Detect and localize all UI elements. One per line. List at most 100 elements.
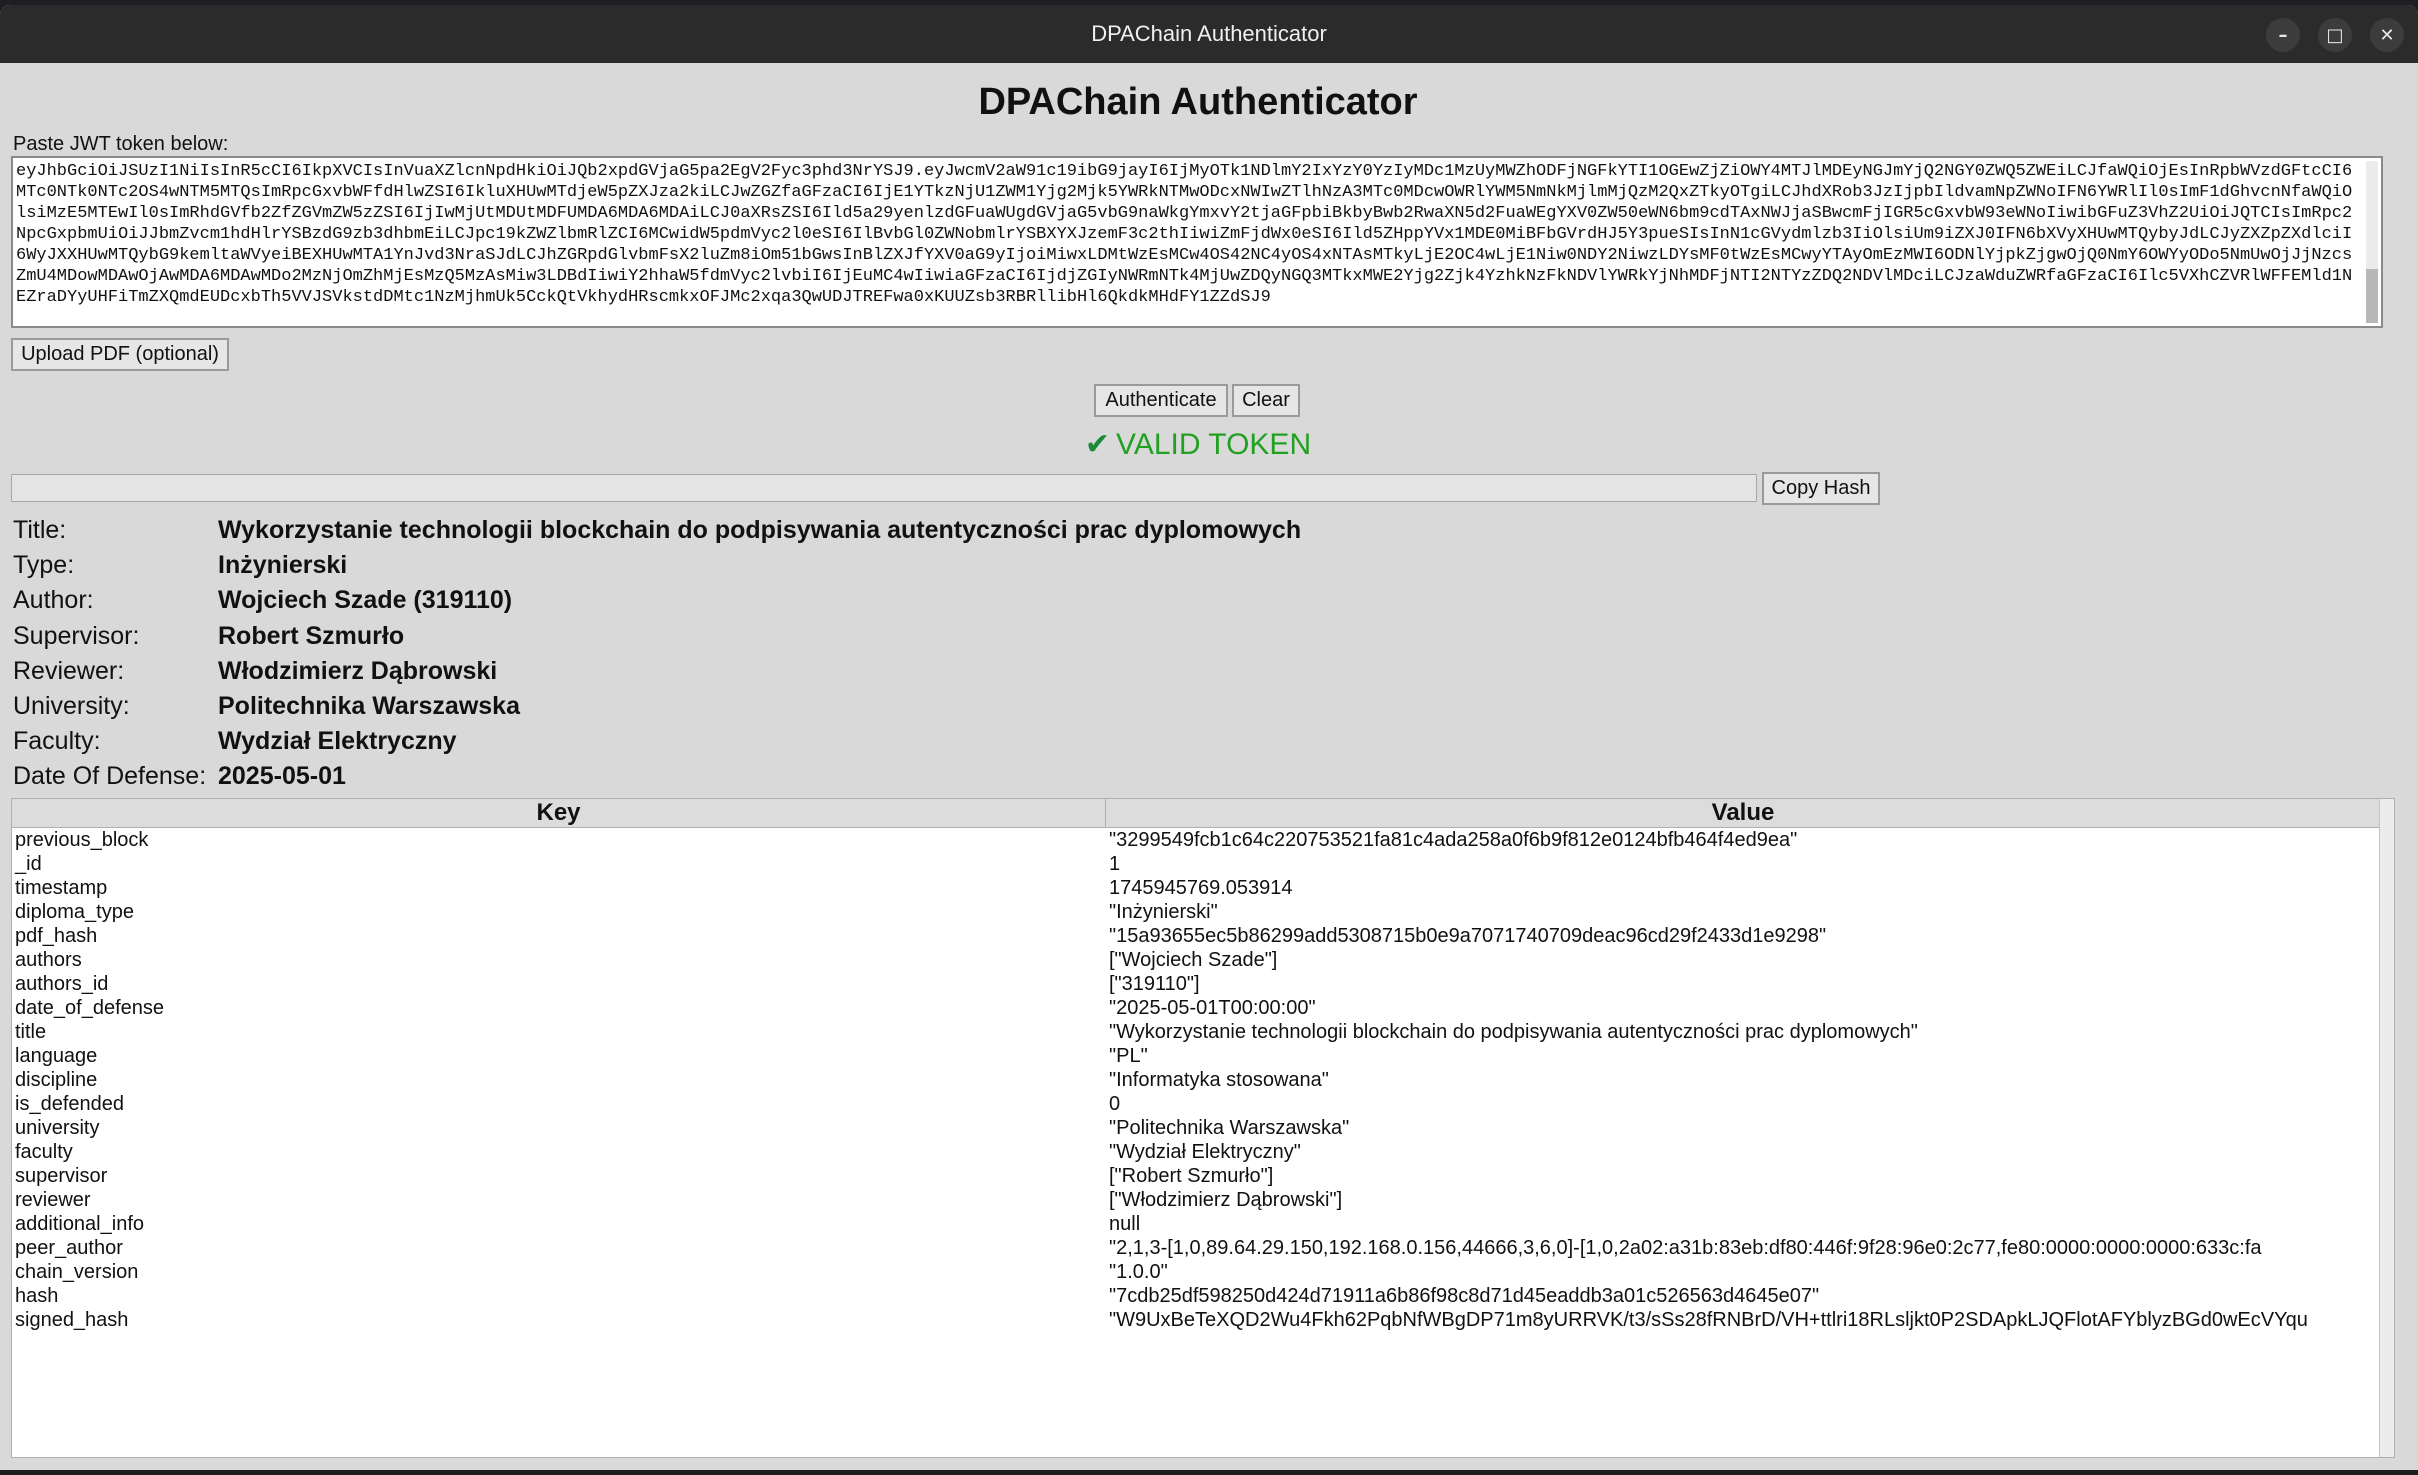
main-content: DPAChain Authenticator Paste JWT token b… — [0, 63, 2418, 1470]
cell-key: hash — [15, 1284, 59, 1307]
cell-key: date_of_defense — [15, 996, 165, 1019]
cell-value: ["Robert Szmurło"] — [1109, 1164, 1274, 1187]
authenticate-button[interactable]: Authenticate — [1094, 384, 1228, 417]
cell-key: _id — [15, 852, 42, 875]
jwt-token-input[interactable]: eyJhbGciOiJSUzI1NiIsInR5cCI6IkpXVCIsInVu… — [11, 156, 2383, 328]
cell-value: null — [1109, 1212, 1141, 1235]
table-row[interactable]: university "Politechnika Warszawska" — [12, 1116, 2380, 1140]
cell-key: peer_author — [15, 1236, 123, 1259]
cell-value: 1745945769.053914 — [1109, 876, 1293, 899]
info-row-supervisor: Supervisor: Robert Szmurło — [13, 619, 1301, 654]
column-header-key[interactable]: Key — [12, 799, 1106, 827]
table-row[interactable]: hash "7cdb25df598250d424d71911a6b86f98c8d… — [12, 1284, 2380, 1308]
hash-field[interactable] — [11, 474, 1757, 502]
info-label: University: — [13, 692, 130, 721]
info-value: Robert Szmurło — [218, 621, 405, 650]
minimize-icon[interactable]: – — [2266, 18, 2300, 52]
jwt-token-text: eyJhbGciOiJSUzI1NiIsInR5cCI6IkpXVCIsInVu… — [16, 162, 2353, 307]
info-row-author: Author: Wojciech Szade (319110) — [13, 583, 1301, 618]
table-row[interactable]: peer_author "2,1,3-[1,0,89.64.29.150,192.… — [12, 1236, 2380, 1260]
table-row[interactable]: authors ["Wojciech Szade"] — [12, 948, 2380, 972]
table-row[interactable]: signed_hash "W9UxBeTeXQD2Wu4Fkh62PqbNfWBg… — [12, 1308, 2380, 1332]
table-row[interactable]: discipline "Informatyka stosowana" — [12, 1068, 2380, 1092]
info-label: Supervisor: — [13, 621, 140, 650]
status-text: VALID TOKEN — [1116, 428, 1312, 461]
cell-value: "Politechnika Warszawska" — [1109, 1116, 1350, 1139]
clear-button[interactable]: Clear — [1232, 384, 1300, 417]
maximize-icon[interactable]: □ — [2318, 18, 2352, 52]
info-label: Type: — [13, 551, 75, 580]
cell-key: language — [15, 1044, 98, 1067]
upload-pdf-button[interactable]: Upload PDF (optional) — [11, 338, 229, 371]
table-row[interactable]: pdf_hash "15a93655ec5b86299add5308715b0e9… — [12, 924, 2380, 948]
title-bar: DPAChain Authenticator – □ ✕ — [0, 5, 2418, 63]
table-row[interactable]: previous_block "3299549fcb1c64c220753521f… — [12, 828, 2380, 852]
cell-value: 0 — [1109, 1092, 1121, 1115]
info-value: Wydział Elektryczny — [218, 727, 457, 756]
cell-key: pdf_hash — [15, 924, 98, 947]
check-icon: ✔ — [1084, 428, 1111, 461]
jwt-scrollbar[interactable] — [2366, 161, 2378, 323]
info-row-title: Title: Wykorzystanie technologii blockch… — [13, 513, 1301, 548]
cell-value: "2,1,3-[1,0,89.64.29.150,192.168.0.156,4… — [1109, 1236, 2262, 1259]
info-label: Faculty: — [13, 727, 101, 756]
info-value: Politechnika Warszawska — [218, 692, 520, 721]
jwt-label: Paste JWT token below: — [13, 133, 229, 155]
cell-value: "15a93655ec5b86299add5308715b0e9a7071740… — [1109, 924, 1827, 947]
cell-key: supervisor — [15, 1164, 108, 1187]
info-value: Inżynierski — [218, 551, 348, 580]
cell-key: chain_version — [15, 1260, 139, 1283]
block-data-table[interactable]: Key Value previous_block "3299549fcb1c64c… — [11, 798, 2395, 1458]
column-header-value[interactable]: Value — [1106, 799, 2380, 827]
cell-key: authors — [15, 948, 82, 971]
window-controls: – □ ✕ — [2266, 18, 2404, 52]
diploma-info-list: Title: Wykorzystanie technologii blockch… — [13, 513, 1301, 795]
cell-key: university — [15, 1116, 100, 1139]
jwt-scroll-thumb[interactable] — [2366, 269, 2378, 323]
table-row[interactable]: timestamp 1745945769.053914 — [12, 876, 2380, 900]
cell-value: "W9UxBeTeXQD2Wu4Fkh62PqbNfWBgDP71m8yURRV… — [1109, 1308, 2308, 1331]
cell-value: "Wydział Elektryczny" — [1109, 1140, 1301, 1163]
info-label: Reviewer: — [13, 656, 125, 685]
table-row[interactable]: reviewer ["Włodzimierz Dąbrowski"] — [12, 1188, 2380, 1212]
table-scrollbar[interactable] — [2379, 799, 2394, 1457]
table-row[interactable]: language "PL" — [12, 1044, 2380, 1068]
cell-value: "7cdb25df598250d424d71911a6b86f98c8d71d4… — [1109, 1284, 1820, 1307]
table-row[interactable]: faculty "Wydział Elektryczny" — [12, 1140, 2380, 1164]
cell-key: title — [15, 1020, 47, 1043]
cell-value: "Informatyka stosowana" — [1109, 1068, 1329, 1091]
cell-value: ["Wojciech Szade"] — [1109, 948, 1278, 971]
cell-value: "3299549fcb1c64c220753521fa81c4ada258a0f… — [1109, 828, 1798, 851]
table-row[interactable]: _id 1 — [12, 852, 2380, 876]
page-title: DPAChain Authenticator — [978, 81, 1418, 123]
cell-key: additional_info — [15, 1212, 144, 1235]
table-row[interactable]: authors_id ["319110"] — [12, 972, 2380, 996]
window-title: DPAChain Authenticator — [1091, 21, 1327, 46]
info-label: Date Of Defense: — [13, 762, 207, 791]
info-row-faculty: Faculty: Wydział Elektryczny — [13, 724, 1301, 759]
info-row-reviewer: Reviewer: Włodzimierz Dąbrowski — [13, 654, 1301, 689]
info-value: Włodzimierz Dąbrowski — [218, 656, 498, 685]
app-window: DPAChain Authenticator – □ ✕ DPAChain Au… — [0, 5, 2418, 1470]
copy-hash-button[interactable]: Copy Hash — [1762, 472, 1880, 505]
info-row-type: Type: Inżynierski — [13, 548, 1301, 583]
table-row[interactable]: chain_version "1.0.0" — [12, 1260, 2380, 1284]
cell-key: diploma_type — [15, 900, 134, 923]
table-row[interactable]: additional_info null — [12, 1212, 2380, 1236]
info-row-date-of-defense: Date Of Defense: 2025-05-01 — [13, 759, 1301, 794]
cell-key: discipline — [15, 1068, 98, 1091]
cell-key: is_defended — [15, 1092, 124, 1115]
table-row[interactable]: supervisor ["Robert Szmurło"] — [12, 1164, 2380, 1188]
table-row[interactable]: title "Wykorzystanie technologii blockcha… — [12, 1020, 2380, 1044]
cell-value: "PL" — [1109, 1044, 1148, 1067]
cell-value: ["Włodzimierz Dąbrowski"] — [1109, 1188, 1343, 1211]
cell-key: authors_id — [15, 972, 109, 995]
cell-key: signed_hash — [15, 1308, 129, 1331]
info-value: 2025-05-01 — [218, 762, 346, 791]
table-row[interactable]: date_of_defense "2025-05-01T00:00:00" — [12, 996, 2380, 1020]
cell-key: reviewer — [15, 1188, 91, 1211]
table-row[interactable]: diploma_type "Inżynierski" — [12, 900, 2380, 924]
close-icon[interactable]: ✕ — [2370, 18, 2404, 52]
table-row[interactable]: is_defended 0 — [12, 1092, 2380, 1116]
info-row-university: University: Politechnika Warszawska — [13, 689, 1301, 724]
